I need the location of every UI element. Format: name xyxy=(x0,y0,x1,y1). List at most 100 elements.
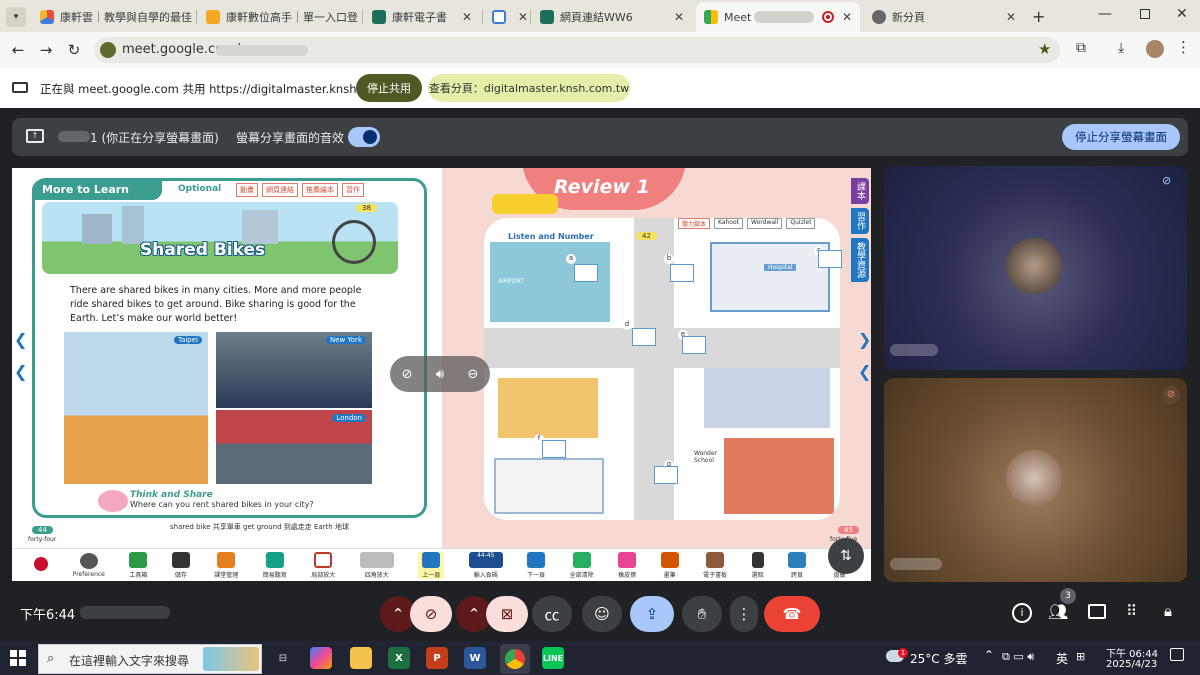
answer-box-b[interactable] xyxy=(670,264,694,282)
tag-animation[interactable]: 動畫 xyxy=(236,183,258,197)
close-window-button[interactable]: ✕ xyxy=(1176,6,1188,22)
close-icon[interactable]: ✕ xyxy=(518,10,528,24)
stop-sharing-button[interactable]: 停止共用 xyxy=(356,74,422,102)
download-icon[interactable]: ⤓ xyxy=(1118,40,1124,56)
tool-pen[interactable]: 畫筆 xyxy=(660,551,679,579)
chat-button[interactable] xyxy=(1088,604,1106,619)
close-icon[interactable]: ✕ xyxy=(842,10,852,24)
tool-clear-all[interactable]: 全部清除 xyxy=(570,551,594,579)
side-tab-workbook[interactable]: 習作 xyxy=(851,208,869,234)
present-button[interactable]: ⇪ xyxy=(630,596,674,632)
answer-box-d[interactable] xyxy=(632,328,656,346)
reactions-button[interactable]: ☺ xyxy=(582,596,622,632)
tool-spread[interactable]: 跨頁 xyxy=(788,551,807,579)
excel-icon[interactable]: X xyxy=(388,647,410,669)
weather-text[interactable]: 25°C 多雲 xyxy=(910,650,967,667)
site-info-icon[interactable] xyxy=(100,42,116,58)
activities-button[interactable]: ⠿ xyxy=(1126,602,1137,620)
copilot-icon[interactable] xyxy=(310,647,332,669)
answer-box-e[interactable] xyxy=(682,336,706,354)
minimize-button[interactable]: — xyxy=(1098,6,1112,22)
tab-meet-active[interactable]: Meet - ✕ xyxy=(696,2,860,32)
tab-list-button[interactable]: ▾ xyxy=(6,7,26,27)
forward-button[interactable]: → xyxy=(34,38,58,62)
file-explorer-icon[interactable] xyxy=(350,647,372,669)
answer-box-f[interactable] xyxy=(542,440,566,458)
tray-icons[interactable]: ⧉ ▭ 🔊︎ xyxy=(1002,650,1034,664)
tag-workbook[interactable]: 習作 xyxy=(342,183,364,197)
tag-weblink[interactable]: 網頁連結 xyxy=(262,183,298,197)
tab-4[interactable]: ✕ xyxy=(484,4,528,30)
chrome-taskbar-icon[interactable] xyxy=(500,644,530,674)
tool-toolbox[interactable]: 工具箱 xyxy=(129,551,147,579)
tool-preference[interactable]: Preference xyxy=(73,552,105,578)
camera-toggle-button[interactable]: ⊠ xyxy=(486,596,528,632)
prev-arrow-icon[interactable]: ❮ xyxy=(14,330,27,349)
line-icon[interactable]: LINE xyxy=(542,647,564,669)
captions-button[interactable]: ㏄ xyxy=(532,596,572,632)
menu-icon[interactable]: ⋮ xyxy=(1176,38,1191,56)
tray-chevron-icon[interactable]: ⌃ xyxy=(984,648,994,662)
volume-icon[interactable]: 🔊︎ xyxy=(436,367,444,382)
mic-off-icon[interactable]: ⊘ xyxy=(402,367,413,382)
mic-toggle-button[interactable]: ⊘ xyxy=(410,596,452,632)
tab-5[interactable]: 網頁連結WW6 ✕ xyxy=(532,4,692,30)
next-arrow-icon-2[interactable]: ❮ xyxy=(858,362,871,381)
taskbar-search-box[interactable]: ⌕ 在這裡輸入文字來搜尋 xyxy=(38,644,262,674)
task-view-icon[interactable]: ⊟ xyxy=(272,647,294,669)
host-controls-button[interactable]: 🔒︎ xyxy=(1164,602,1172,620)
tool-page-input[interactable]: 44-45 輸入頁碼 xyxy=(468,551,503,579)
powerpoint-icon[interactable]: P xyxy=(426,647,448,669)
address-bar[interactable]: meet.google.com/ ★ xyxy=(94,37,1060,63)
extensions-icon[interactable]: ⧉ xyxy=(1076,40,1086,56)
more-options-button[interactable]: ⋮ xyxy=(730,596,758,632)
word-icon[interactable]: W xyxy=(464,647,486,669)
reload-button[interactable]: ↻ xyxy=(62,38,86,62)
tool-select[interactable]: 選取 xyxy=(751,551,764,579)
view-tab-button[interactable]: 查看分頁：digitalmaster.knsh.com.tw xyxy=(428,74,630,102)
tool-eraser[interactable]: 橡皮擦 xyxy=(618,551,636,579)
share-audio-toggle[interactable] xyxy=(348,127,380,147)
tool-dictation[interactable]: 簡易聽寫 xyxy=(263,551,287,579)
tool-corner-zoom[interactable]: 四角放大 xyxy=(359,551,394,579)
prev-arrow-icon-2[interactable]: ❮ xyxy=(14,362,27,381)
tag-kahoot[interactable]: Kahoot xyxy=(714,218,744,229)
meeting-info-button[interactable]: i xyxy=(1012,603,1032,623)
answer-box-c[interactable] xyxy=(818,250,842,268)
tool-whiteboard[interactable]: 電子書板 xyxy=(703,551,727,579)
side-tab-resources[interactable]: 教學資源 xyxy=(851,238,869,282)
participant-tile-2[interactable]: ⊘ xyxy=(884,378,1187,582)
answer-box-a[interactable] xyxy=(574,264,598,282)
tag-quizlet[interactable]: Quizlet xyxy=(786,218,816,229)
side-tab-textbook[interactable]: 課本 xyxy=(851,178,869,204)
minus-circle-icon[interactable]: ⊖ xyxy=(467,367,478,382)
tab-3[interactable]: 康軒電子書 ✕ xyxy=(364,4,480,30)
raise-hand-button[interactable]: ✋︎ xyxy=(682,596,722,632)
clock-time[interactable]: 下午 06:44 xyxy=(1106,645,1158,660)
tab-2[interactable]: 康軒數位高手｜單一入口登 ✕ xyxy=(198,4,360,30)
tab-7[interactable]: 新分頁 ✕ xyxy=(864,4,1024,30)
clock-date[interactable]: 2025/4/23 xyxy=(1106,659,1157,670)
maximize-button[interactable] xyxy=(1140,9,1150,19)
windows-start-icon[interactable] xyxy=(10,650,26,666)
ime-icon[interactable]: ⊞ xyxy=(1076,650,1085,663)
tag-picture-book[interactable]: 推薦繪本 xyxy=(302,183,338,197)
tool-zoom[interactable]: 局部放大 xyxy=(311,551,335,579)
people-button[interactable]: 👥︎ xyxy=(1048,602,1068,621)
tool-save[interactable]: 儲存 xyxy=(171,551,190,579)
bookmark-star-icon[interactable]: ★ xyxy=(1038,40,1051,58)
tool-class-manage[interactable]: 課堂管理 xyxy=(214,551,238,579)
input-language[interactable]: 英 xyxy=(1056,650,1068,667)
close-icon[interactable]: ✕ xyxy=(674,10,684,24)
notification-icon[interactable] xyxy=(1170,648,1184,661)
leave-call-button[interactable]: ☎ xyxy=(764,596,820,632)
participant-tile-1[interactable]: ⊘ xyxy=(884,166,1187,370)
tool-next-page[interactable]: 下一頁 xyxy=(527,551,545,579)
close-icon[interactable]: ✕ xyxy=(462,10,472,24)
answer-box-g[interactable] xyxy=(654,466,678,484)
scroll-toggle-button[interactable]: ⇅ xyxy=(828,538,864,574)
new-tab-button[interactable]: + xyxy=(1032,7,1045,26)
tool-prev-page[interactable]: 上一頁 xyxy=(418,551,445,579)
close-icon[interactable]: ✕ xyxy=(1006,10,1016,24)
tag-wordwall[interactable]: Wordwall xyxy=(747,218,783,229)
